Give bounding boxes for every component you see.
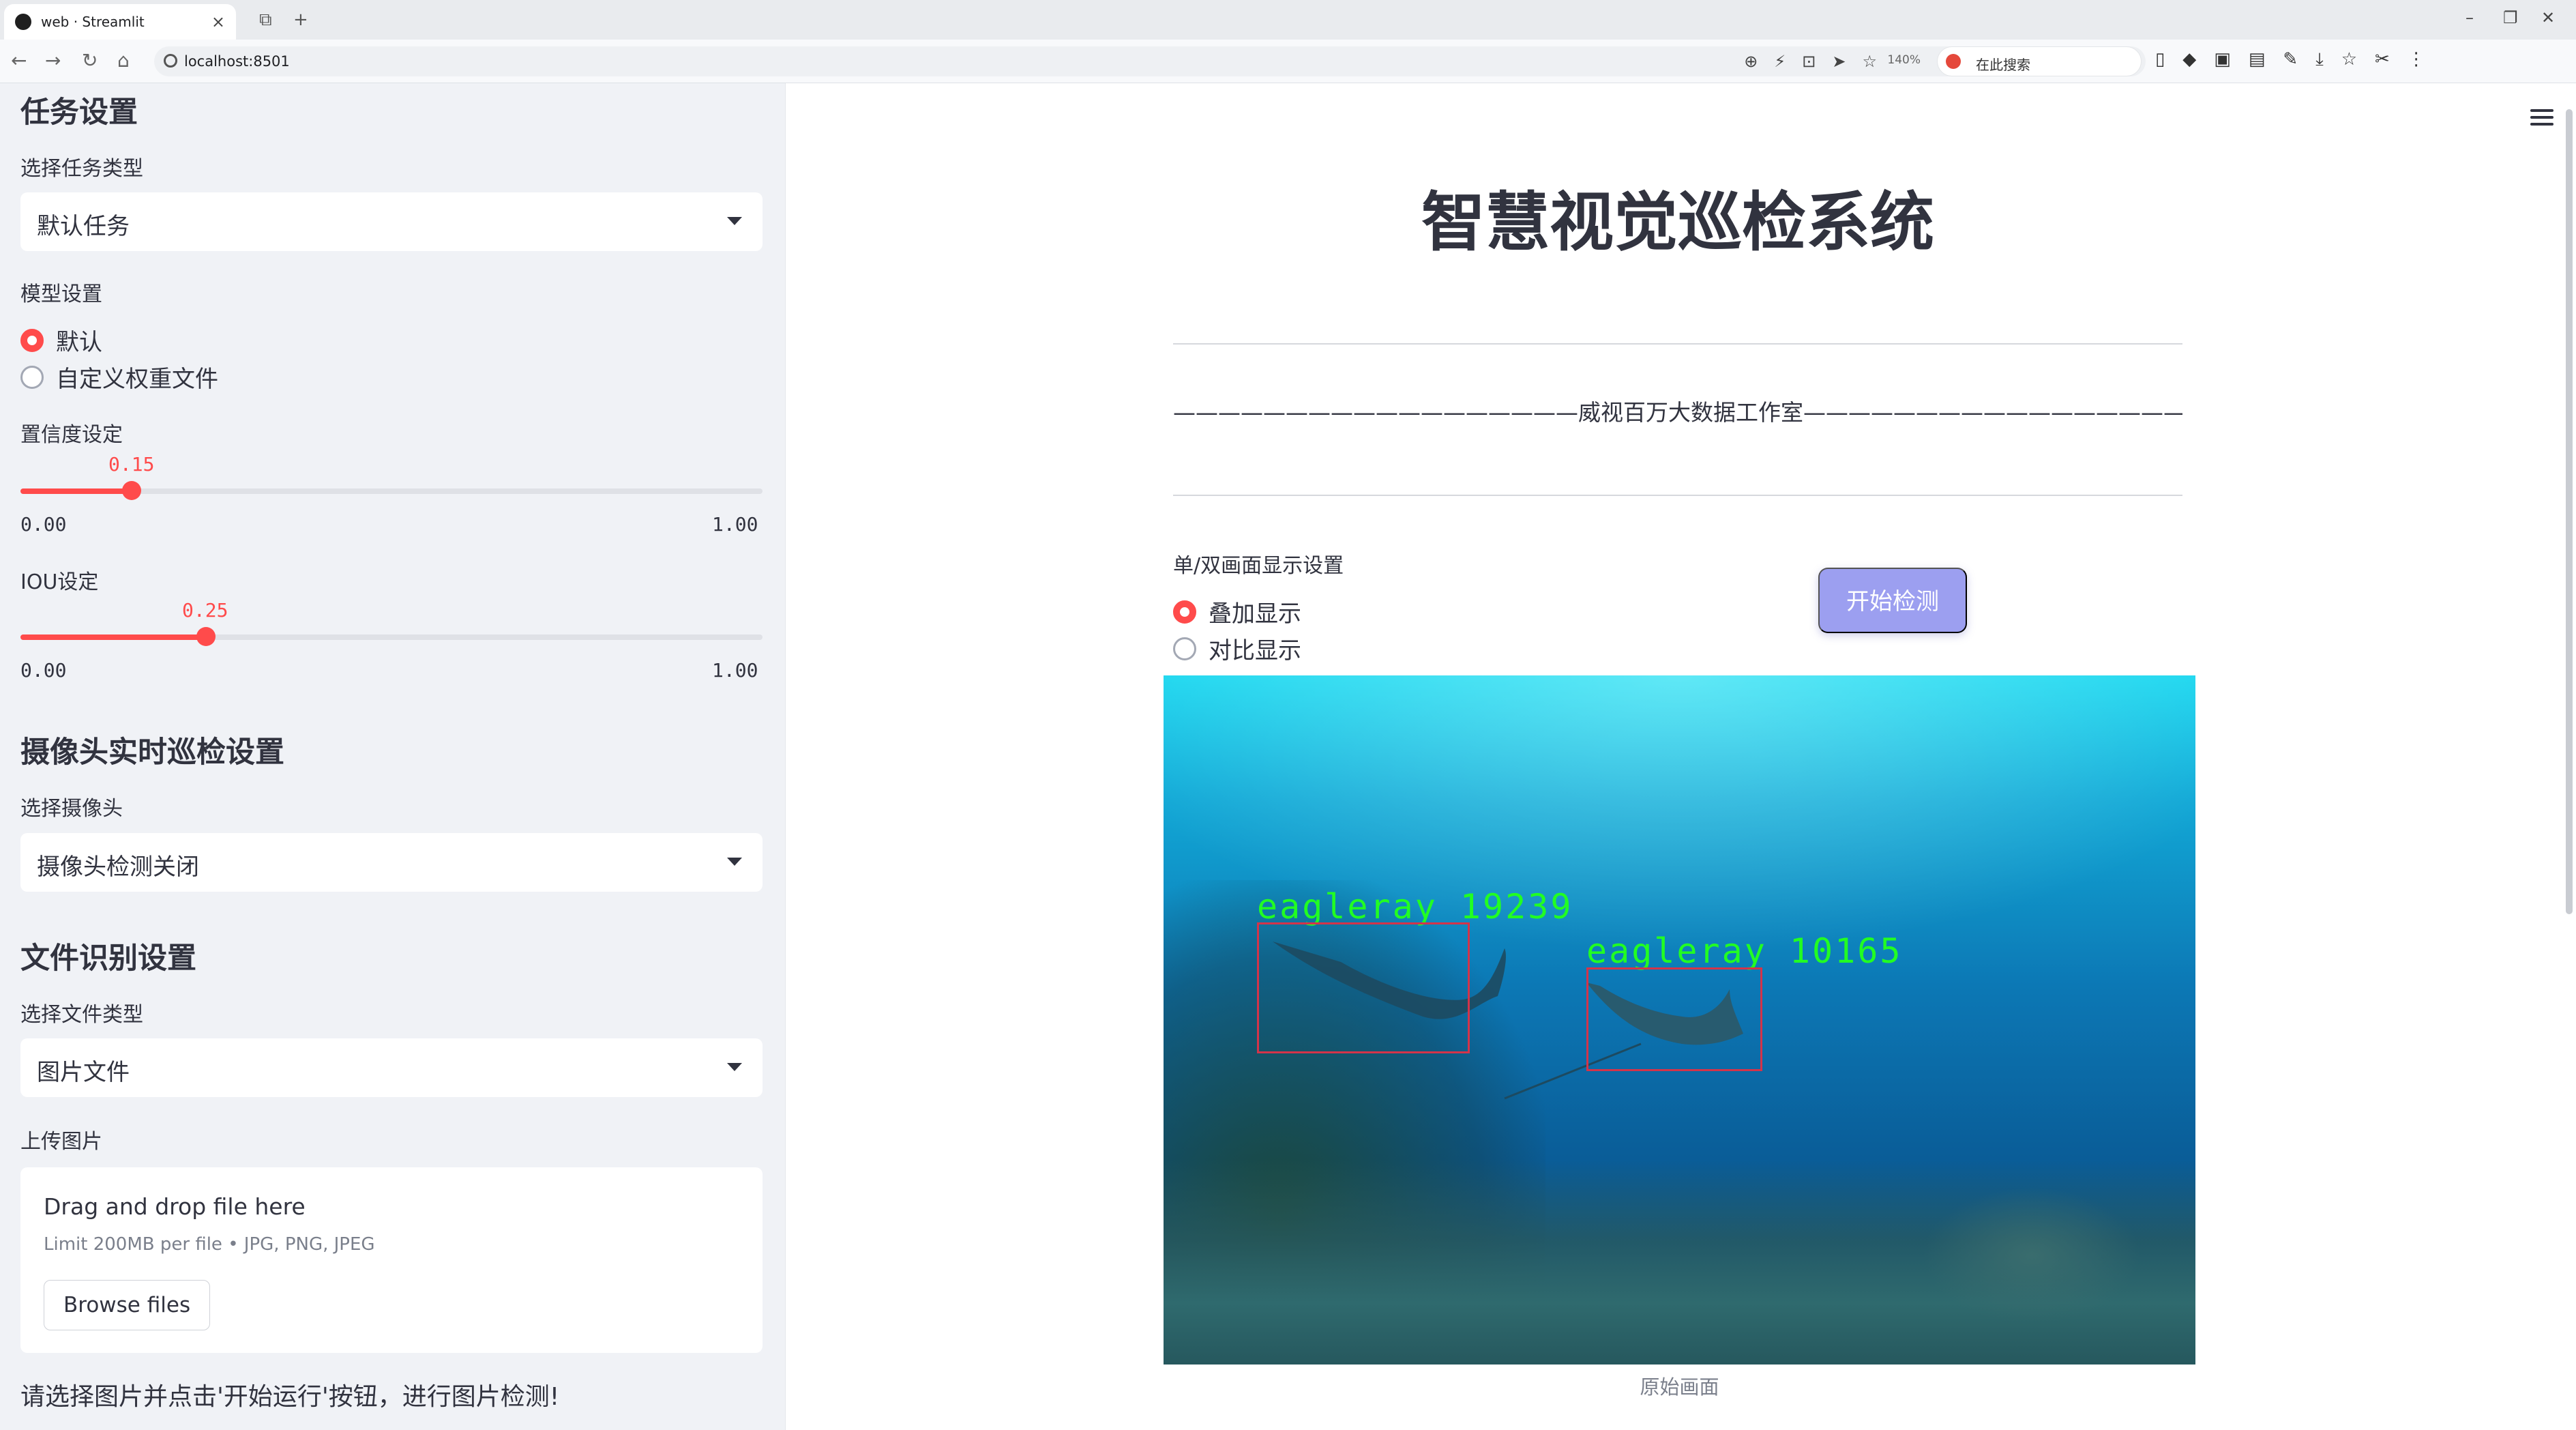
restore-icon[interactable]: ❐ [2503,8,2518,27]
display-option-label: 对比显示 [1209,637,1301,665]
model-option-label: 自定义权重文件 [56,366,218,393]
tab-title: web · Streamlit [41,14,145,30]
camera-select-value: 摄像头检测关闭 [37,853,199,881]
model-settings-label: 模型设置 [20,282,102,306]
iou-min: 0.00 [20,659,67,682]
iou-label: IOU设定 [20,570,99,594]
detection-image: eagleray 19239 eagleray 10165 [1164,675,2195,1365]
browser-tab[interactable]: web · Streamlit × [4,4,236,40]
camera-select[interactable]: 摄像头检测关闭 [20,833,763,892]
reload-icon[interactable]: ↻ [82,49,98,72]
radio-selected-icon [20,328,44,352]
chevron-down-icon [727,1063,742,1071]
camera-settings-heading: 摄像头实时巡检设置 [20,735,284,770]
start-detection-button[interactable]: 开始检测 [1818,568,1967,633]
browser-extension-icons[interactable]: ▯◆▣▤✎⤓☆✂⋮ [2155,49,2443,70]
display-option-label: 叠加显示 [1209,600,1301,628]
close-tab-icon[interactable]: × [211,12,225,31]
site-info-icon[interactable] [164,54,177,68]
chevron-down-icon [727,858,742,866]
file-type-value: 图片文件 [37,1059,130,1086]
sidebar-instruction: 请选择图片并点击'开始运行'按钮，进行图片检测! [20,1383,560,1411]
sidebar: 任务设置 选择任务类型 默认任务 模型设置 默认 自定义权重文件 置信度设定 0… [0,83,786,1430]
radio-unselected-icon [20,365,44,389]
browse-files-button[interactable]: Browse files [44,1280,211,1330]
studio-banner: ——————————————————威视百万大数据工作室————————————… [1173,399,2182,426]
image-caption: 原始画面 [1640,1375,1719,1399]
confidence-value: 0.15 [108,453,155,476]
task-type-label: 选择任务类型 [20,157,143,181]
detection-label: eagleray 19239 [1257,887,1573,926]
confidence-slider-handle[interactable] [122,481,142,500]
confidence-min: 0.00 [20,513,67,536]
divider [1173,343,2182,345]
close-window-icon[interactable]: ✕ [2541,8,2555,27]
forward-icon[interactable]: → [45,49,61,72]
task-type-value: 默认任务 [37,213,130,240]
iou-max: 1.00 [712,659,758,682]
confidence-label: 置信度设定 [20,423,123,447]
camera-select-label: 选择摄像头 [20,797,123,821]
hamburger-menu-icon[interactable] [2530,109,2553,126]
new-tab-icon[interactable]: + [293,10,308,30]
confidence-slider[interactable] [20,481,763,500]
dropzone-text: Drag and drop file here [44,1193,306,1220]
page-scrollbar[interactable] [2566,109,2573,914]
home-icon[interactable]: ⌂ [117,49,130,72]
file-settings-heading: 文件识别设置 [20,942,196,976]
address-bar[interactable]: localhost:8501 140% ⊕⚡⊡➤☆ [154,46,2146,76]
confidence-max: 1.00 [712,513,758,536]
confidence-slider-fill [20,488,132,494]
upload-label: 上传图片 [20,1130,102,1154]
task-type-select[interactable]: 默认任务 [20,192,763,251]
display-mode-label: 单/双画面显示设置 [1173,554,1344,578]
radio-unselected-icon [1173,637,1196,660]
search-placeholder: 在此搜索 [1976,57,2030,73]
file-dropzone[interactable]: Drag and drop file here Limit 200MB per … [20,1167,763,1353]
iou-slider[interactable] [20,627,763,646]
page-title: 智慧视觉巡检系统 [1421,186,1934,260]
search-engine-icon[interactable] [1946,54,1961,69]
model-option-label: 默认 [56,329,102,356]
file-type-label: 选择文件类型 [20,1003,143,1027]
model-radio-default[interactable]: 默认 [20,323,102,357]
streamlit-favicon-icon [15,14,31,30]
divider [1173,495,2182,496]
detection-box [1586,967,1762,1071]
back-icon[interactable]: ← [11,49,27,72]
browser-search-box[interactable]: 在此搜索 [1937,46,2142,76]
iou-slider-fill [20,634,206,640]
minimize-icon[interactable]: – [2466,8,2474,27]
radio-selected-icon [1173,600,1196,624]
browser-tab-strip: web · Streamlit × ⧉ + – ❐ ✕ [0,0,2576,40]
display-radio-overlay[interactable]: 叠加显示 [1173,595,1301,628]
model-radio-custom[interactable]: 自定义权重文件 [20,360,218,394]
detection-box [1257,922,1470,1053]
file-type-select[interactable]: 图片文件 [20,1038,763,1097]
url-text: localhost:8501 [184,53,290,70]
task-settings-heading: 任务设置 [20,96,138,130]
iou-value: 0.25 [182,599,228,622]
iou-slider-handle[interactable] [196,627,216,646]
display-radio-compare[interactable]: 对比显示 [1173,632,1301,665]
chevron-down-icon [727,217,742,225]
detection-label: eagleray 10165 [1586,931,1903,971]
tab-groups-icon[interactable]: ⧉ [259,10,272,31]
address-bar-icons[interactable]: ⊕⚡⊡➤☆ [1744,52,1893,71]
dropzone-limit: Limit 200MB per file • JPG, PNG, JPEG [44,1234,375,1255]
